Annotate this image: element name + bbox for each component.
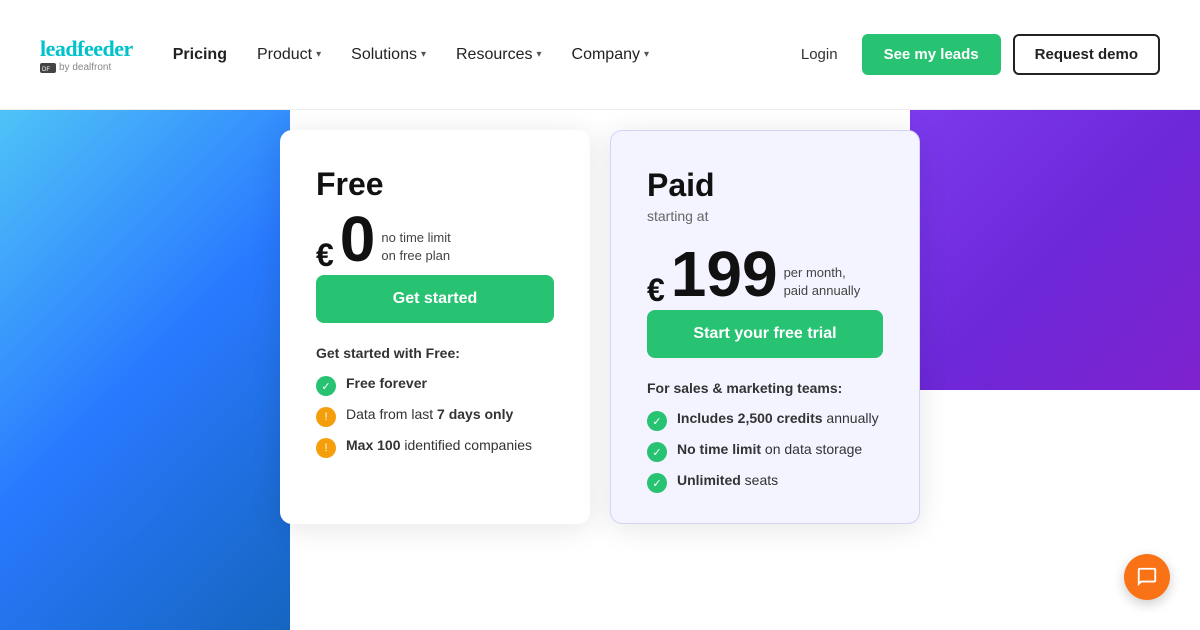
warning-icon: ! bbox=[316, 438, 336, 458]
free-cta-button[interactable]: Get started bbox=[316, 275, 554, 323]
logo-sub: DF by dealfront bbox=[40, 62, 133, 73]
list-item: ✓ Unlimited seats bbox=[647, 472, 883, 493]
check-icon: ✓ bbox=[647, 411, 667, 431]
paid-price-amount: 199 bbox=[671, 242, 778, 306]
chevron-down-icon: ▾ bbox=[421, 49, 426, 60]
check-icon: ✓ bbox=[647, 442, 667, 462]
paid-price-row: € 199 per month, paid annually bbox=[647, 242, 883, 306]
free-plan-title: Free bbox=[316, 166, 554, 203]
paid-features-title: For sales & marketing teams: bbox=[647, 380, 883, 396]
bg-gradient-left bbox=[0, 110, 290, 630]
main-content: Free € 0 no time limit on free plan Get … bbox=[0, 110, 1200, 630]
paid-features-list: ✓ Includes 2,500 credits annually ✓ No t… bbox=[647, 410, 883, 493]
logo-sub-brand: by dealfront bbox=[59, 62, 111, 73]
svg-text:DF: DF bbox=[42, 67, 50, 73]
free-features-title: Get started with Free: bbox=[316, 345, 554, 361]
free-features-list: ✓ Free forever ! Data from last 7 days o… bbox=[316, 375, 554, 458]
paid-plan-subtitle: starting at bbox=[647, 208, 883, 224]
warning-icon: ! bbox=[316, 407, 336, 427]
dealfront-icon: DF bbox=[40, 63, 56, 73]
nav-link-product[interactable]: Product ▾ bbox=[257, 46, 321, 64]
chat-icon bbox=[1136, 566, 1158, 588]
free-price-currency: € bbox=[316, 239, 334, 271]
free-plan-card: Free € 0 no time limit on free plan Get … bbox=[280, 130, 590, 524]
nav-actions: Login See my leads Request demo bbox=[789, 34, 1160, 75]
free-price-row: € 0 no time limit on free plan bbox=[316, 207, 554, 271]
paid-price-currency: € bbox=[647, 274, 665, 306]
list-item: ✓ Free forever bbox=[316, 375, 554, 396]
logo: leadfeeder DF by dealfront bbox=[40, 36, 133, 73]
free-price-amount: 0 bbox=[340, 207, 376, 271]
paid-plan-title: Paid bbox=[647, 167, 883, 204]
nav-link-company[interactable]: Company ▾ bbox=[572, 46, 650, 64]
login-button[interactable]: Login bbox=[789, 38, 850, 71]
request-demo-button[interactable]: Request demo bbox=[1013, 34, 1160, 75]
nav-link-resources[interactable]: Resources ▾ bbox=[456, 46, 542, 64]
list-item: ✓ Includes 2,500 credits annually bbox=[647, 410, 883, 431]
chat-bubble-button[interactable] bbox=[1124, 554, 1170, 600]
nav-links: Pricing Product ▾ Solutions ▾ Resources … bbox=[173, 46, 789, 64]
bg-gradient-right bbox=[910, 110, 1200, 390]
nav-link-pricing[interactable]: Pricing bbox=[173, 46, 227, 64]
list-item: ! Data from last 7 days only bbox=[316, 406, 554, 427]
chevron-down-icon: ▾ bbox=[536, 49, 541, 60]
chevron-down-icon: ▾ bbox=[316, 49, 321, 60]
paid-price-details: per month, paid annually bbox=[784, 264, 861, 306]
free-price-details: no time limit on free plan bbox=[381, 229, 450, 271]
logo-brand: leadfeeder bbox=[40, 36, 133, 62]
list-item: ! Max 100 identified companies bbox=[316, 437, 554, 458]
pricing-cards: Free € 0 no time limit on free plan Get … bbox=[280, 130, 920, 524]
chevron-down-icon: ▾ bbox=[644, 49, 649, 60]
paid-cta-button[interactable]: Start your free trial bbox=[647, 310, 883, 358]
paid-plan-card: Paid starting at € 199 per month, paid a… bbox=[610, 130, 920, 524]
nav-link-solutions[interactable]: Solutions ▾ bbox=[351, 46, 426, 64]
list-item: ✓ No time limit on data storage bbox=[647, 441, 883, 462]
navbar: leadfeeder DF by dealfront Pricing Produ… bbox=[0, 0, 1200, 110]
check-icon: ✓ bbox=[647, 473, 667, 493]
check-icon: ✓ bbox=[316, 376, 336, 396]
see-my-leads-button[interactable]: See my leads bbox=[862, 34, 1001, 75]
